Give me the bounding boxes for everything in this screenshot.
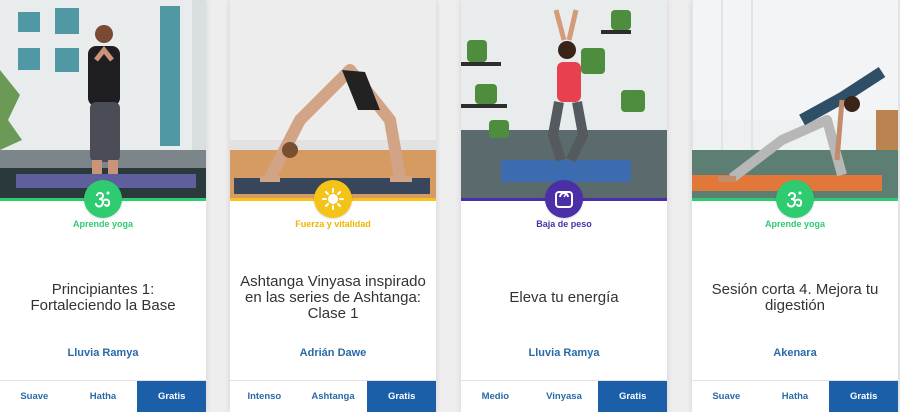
style-tag[interactable]: Hatha xyxy=(68,381,138,412)
class-photo[interactable] xyxy=(0,0,206,198)
intensity-tag[interactable]: Medio xyxy=(461,381,530,412)
tag-bar: Medio Vinyasa Gratis xyxy=(461,380,667,412)
intensity-tag[interactable]: Intenso xyxy=(230,381,299,412)
intensity-tag[interactable]: Suave xyxy=(0,381,69,412)
class-title[interactable]: Sesión corta 4. Mejora tu digestión xyxy=(698,262,892,334)
class-card[interactable]: Aprende yoga Principiantes 1: Fortalecie… xyxy=(0,0,206,412)
class-photo[interactable] xyxy=(461,0,667,198)
instructor-name[interactable]: Lluvia Ramya xyxy=(461,347,667,359)
intensity-tag[interactable]: Suave xyxy=(692,381,761,412)
price-tag[interactable]: Gratis xyxy=(598,381,667,412)
style-tag[interactable]: Vinyasa xyxy=(529,381,599,412)
price-tag[interactable]: Gratis xyxy=(137,381,206,412)
category-label: Fuerza y vitalidad xyxy=(295,219,371,229)
style-tag[interactable]: Ashtanga xyxy=(298,381,368,412)
category-label: Baja de peso xyxy=(536,219,592,229)
instructor-name[interactable]: Lluvia Ramya xyxy=(0,347,206,359)
om-icon xyxy=(94,191,111,208)
tag-bar: Suave Hatha Gratis xyxy=(0,380,206,412)
category-label: Aprende yoga xyxy=(72,219,133,229)
class-card[interactable]: Fuerza y vitalidad Ashtanga Vinyasa insp… xyxy=(230,0,436,412)
class-title[interactable]: Ashtanga Vinyasa inspirado en las series… xyxy=(236,262,430,334)
category-badge xyxy=(84,180,122,218)
class-photo[interactable] xyxy=(230,0,436,198)
class-photo[interactable] xyxy=(692,0,898,198)
price-tag[interactable]: Gratis xyxy=(367,381,436,412)
class-title[interactable]: Principiantes 1: Fortaleciendo la Base xyxy=(6,262,200,334)
tag-bar: Intenso Ashtanga Gratis xyxy=(230,380,436,412)
category-badge xyxy=(314,180,352,218)
class-card[interactable]: Aprende yoga Sesión corta 4. Mejora tu d… xyxy=(692,0,898,412)
class-card[interactable]: Baja de peso Eleva tu energía Lluvia Ram… xyxy=(461,0,667,412)
om-icon xyxy=(786,191,803,208)
style-tag[interactable]: Hatha xyxy=(760,381,830,412)
instructor-name[interactable]: Akenara xyxy=(692,347,898,359)
scale-icon xyxy=(555,191,573,208)
price-tag[interactable]: Gratis xyxy=(829,381,898,412)
category-label: Aprende yoga xyxy=(764,219,825,229)
category-badge xyxy=(776,180,814,218)
tag-bar: Suave Hatha Gratis xyxy=(692,380,898,412)
instructor-name[interactable]: Adrián Dawe xyxy=(230,347,436,359)
class-card-strip: Aprende yoga Principiantes 1: Fortalecie… xyxy=(0,0,900,412)
sun-icon xyxy=(322,188,344,210)
class-title[interactable]: Eleva tu energía xyxy=(467,262,661,334)
category-badge xyxy=(545,180,583,218)
